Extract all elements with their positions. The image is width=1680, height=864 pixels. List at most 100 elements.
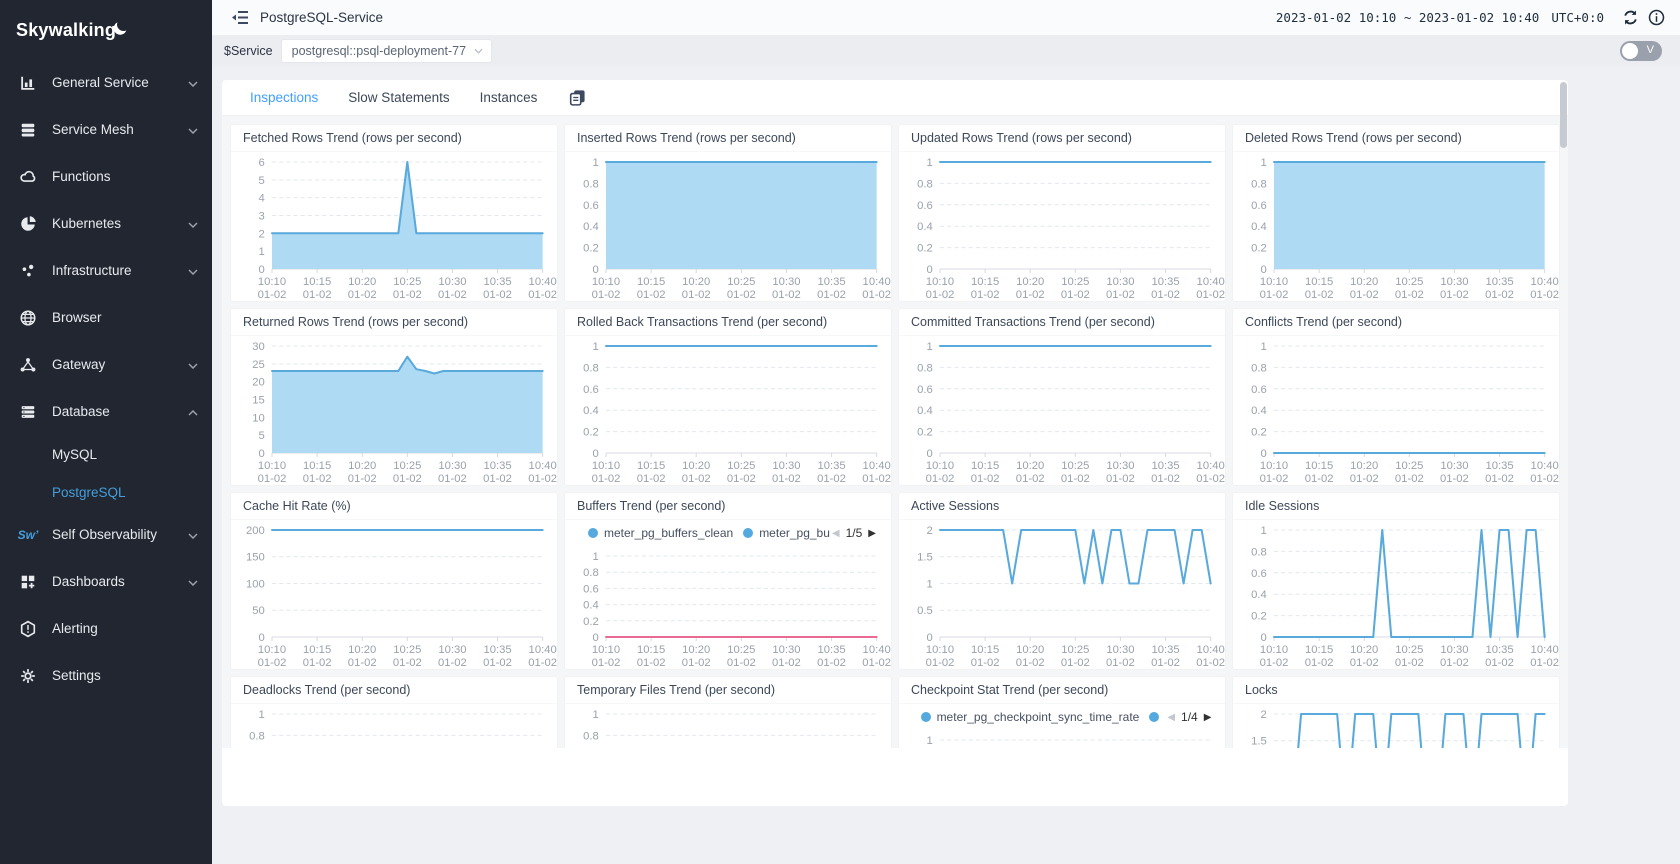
time-range[interactable]: 2023-01-02 10:10 ~ 2023-01-02 10:40 [1276,10,1539,25]
sidebar-item-label: Functions [52,169,198,184]
sidebar-subitem-postgresql[interactable]: PostgreSQL [0,473,212,511]
svg-text:01-02: 01-02 [971,657,1000,669]
svg-text:10:35: 10:35 [817,644,845,656]
svg-text:01-02: 01-02 [971,473,1000,485]
svg-text:01-02: 01-02 [862,473,891,485]
svg-text:0.6: 0.6 [583,200,599,212]
sidebar-item-dashboards[interactable]: Dashboards [0,558,212,605]
chevron-down-icon [474,48,483,54]
svg-text:10:35: 10:35 [483,276,511,288]
svg-text:4: 4 [259,193,265,205]
svg-text:01-02: 01-02 [682,473,711,485]
svg-text:01-02: 01-02 [1530,473,1559,485]
sidebar-item-database[interactable]: Database [0,388,212,435]
refresh-icon[interactable] [1620,8,1640,28]
svg-text:0.8: 0.8 [249,731,265,743]
svg-text:01-02: 01-02 [862,657,891,669]
view-toggle[interactable]: V [1620,41,1662,61]
svg-text:0: 0 [593,448,599,460]
outline-toggle-icon[interactable] [230,8,250,28]
tab-instances[interactable]: Instances [480,90,538,105]
chart-card-deadlocks-trend-per-second: Deadlocks Trend (per second) 00.20.40.60… [230,676,558,748]
sidebar-item-gateway[interactable]: Gateway [0,341,212,388]
scrollbar-track[interactable] [1560,82,1567,804]
chart-title: Committed Transactions Trend (per second… [899,309,1225,336]
svg-text:0: 0 [1261,264,1267,276]
sidebar-item-kubernetes[interactable]: Kubernetes [0,200,212,247]
scrollbar-thumb[interactable] [1560,82,1567,148]
dashboard-panel: InspectionsSlow StatementsInstances Fetc… [222,80,1568,806]
svg-text:01-02: 01-02 [1395,289,1424,301]
svg-text:10:30: 10:30 [438,460,466,472]
sidebar-item-service-mesh[interactable]: Service Mesh [0,106,212,153]
sidebar-item-settings[interactable]: Settings [0,652,212,699]
legend-item[interactable]: meter_pg_buffers_clean [604,526,733,540]
svg-text:5: 5 [259,175,265,187]
chevron-down-icon [188,357,198,372]
sidebar-item-functions[interactable]: Functions [0,153,212,200]
tab-slow-statements[interactable]: Slow Statements [348,90,449,105]
sidebar-item-general-service[interactable]: General Service [0,59,212,106]
service-select[interactable]: postgresql::psql-deployment-77 [281,39,492,63]
svg-text:10:10: 10:10 [258,644,286,656]
svg-text:01-02: 01-02 [1196,289,1225,301]
svg-text:01-02: 01-02 [727,657,756,669]
svg-text:1: 1 [927,579,933,591]
svg-text:01-02: 01-02 [393,289,422,301]
legend-item[interactable]: meter_pg_bu [759,526,830,540]
copy-dashboard-icon[interactable] [569,89,586,106]
svg-text:100: 100 [246,579,265,591]
svg-text:10:40: 10:40 [1531,276,1559,288]
svg-text:10:25: 10:25 [1061,644,1089,656]
sidebar-item-label: Kubernetes [52,216,184,231]
svg-text:10:30: 10:30 [438,644,466,656]
svg-text:0.2: 0.2 [583,243,599,255]
svg-text:10:15: 10:15 [303,276,331,288]
legend-next-icon[interactable]: ▶ [1204,712,1212,723]
svg-text:01-02: 01-02 [1305,657,1334,669]
svg-text:01-02: 01-02 [438,289,467,301]
svg-text:01-02: 01-02 [348,289,377,301]
svg-text:10:35: 10:35 [1151,460,1179,472]
svg-text:01-02: 01-02 [1440,657,1469,669]
svg-text:10:20: 10:20 [1016,644,1044,656]
sidebar-item-self-observability[interactable]: Sw’ Self Observability [0,511,212,558]
chevron-down-icon [188,527,198,542]
sidebar: Skywalking General Service Service Mesh … [0,0,212,864]
svg-text:01-02: 01-02 [926,289,955,301]
sidebar-item-infrastructure[interactable]: Infrastructure [0,247,212,294]
svg-text:20: 20 [252,377,265,389]
svg-text:01-02: 01-02 [393,657,422,669]
svg-text:01-02: 01-02 [682,289,711,301]
svg-text:01-02: 01-02 [528,657,557,669]
svg-text:10:20: 10:20 [1350,276,1378,288]
svg-text:01-02: 01-02 [483,657,512,669]
tab-inspections[interactable]: Inspections [250,90,318,105]
svg-text:0.6: 0.6 [1251,384,1267,396]
svg-text:0: 0 [259,448,265,460]
svg-text:10:40: 10:40 [863,644,891,656]
sidebar-subitem-mysql[interactable]: MySQL [0,435,212,473]
legend-prev-icon[interactable]: ◀ [832,528,840,539]
page-title: PostgreSQL-Service [260,10,383,25]
sidebar-item-browser[interactable]: Browser [0,294,212,341]
skywalking-logo: Skywalking [0,14,212,59]
svg-text:10:30: 10:30 [772,460,800,472]
globe-icon [18,308,38,328]
legend-prev-icon[interactable]: ◀ [1167,712,1175,723]
svg-text:01-02: 01-02 [1395,473,1424,485]
svg-text:10:35: 10:35 [483,460,511,472]
svg-text:1.5: 1.5 [917,552,933,564]
legend-item[interactable]: meter_pg_checkpoint_sync_time_rate [937,710,1140,724]
svg-text:01-02: 01-02 [1485,657,1514,669]
svg-text:01-02: 01-02 [1350,473,1379,485]
svg-text:01-02: 01-02 [1151,473,1180,485]
info-icon[interactable] [1646,8,1666,28]
svg-text:10:10: 10:10 [1260,276,1288,288]
svg-text:10:10: 10:10 [592,276,620,288]
svg-text:01-02: 01-02 [817,289,846,301]
chart-title: Locks [1233,677,1559,704]
svg-text:01-02: 01-02 [926,657,955,669]
legend-next-icon[interactable]: ▶ [868,528,876,539]
sidebar-item-alerting[interactable]: Alerting [0,605,212,652]
